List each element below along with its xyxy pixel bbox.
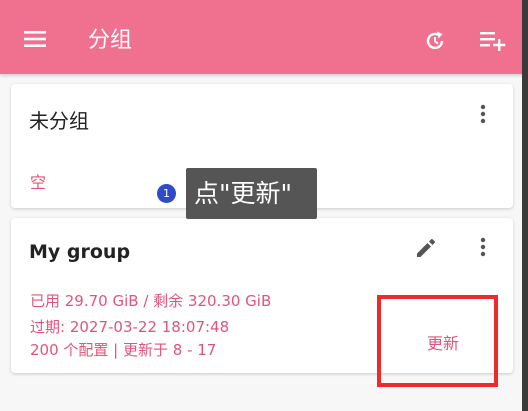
- group-name: 未分组: [29, 109, 89, 133]
- refresh-icon[interactable]: [423, 29, 447, 53]
- empty-label: 空: [30, 173, 47, 192]
- traffic-usage: 已用 29.70 GiB / 剩余 320.30 GiB: [30, 292, 272, 310]
- tutorial-highlight-box: [377, 295, 498, 387]
- edit-pencil-icon[interactable]: [414, 236, 438, 260]
- group-name: My group: [29, 241, 131, 263]
- tutorial-tooltip: 点"更新": [186, 168, 317, 219]
- page-title: 分组: [88, 28, 133, 53]
- tutorial-step-badge: 1: [157, 184, 176, 203]
- expiry-date: 过期: 2027-03-22 18:07:48: [30, 318, 230, 336]
- screen-edge: [522, 0, 528, 411]
- config-summary: 200 个配置 | 更新于 8 - 17: [30, 341, 217, 359]
- playlist-add-icon[interactable]: [480, 30, 506, 52]
- more-vert-icon[interactable]: [480, 237, 486, 257]
- menu-icon[interactable]: [24, 30, 46, 48]
- app-bar: 分组: [0, 0, 528, 74]
- more-vert-icon[interactable]: [480, 104, 486, 124]
